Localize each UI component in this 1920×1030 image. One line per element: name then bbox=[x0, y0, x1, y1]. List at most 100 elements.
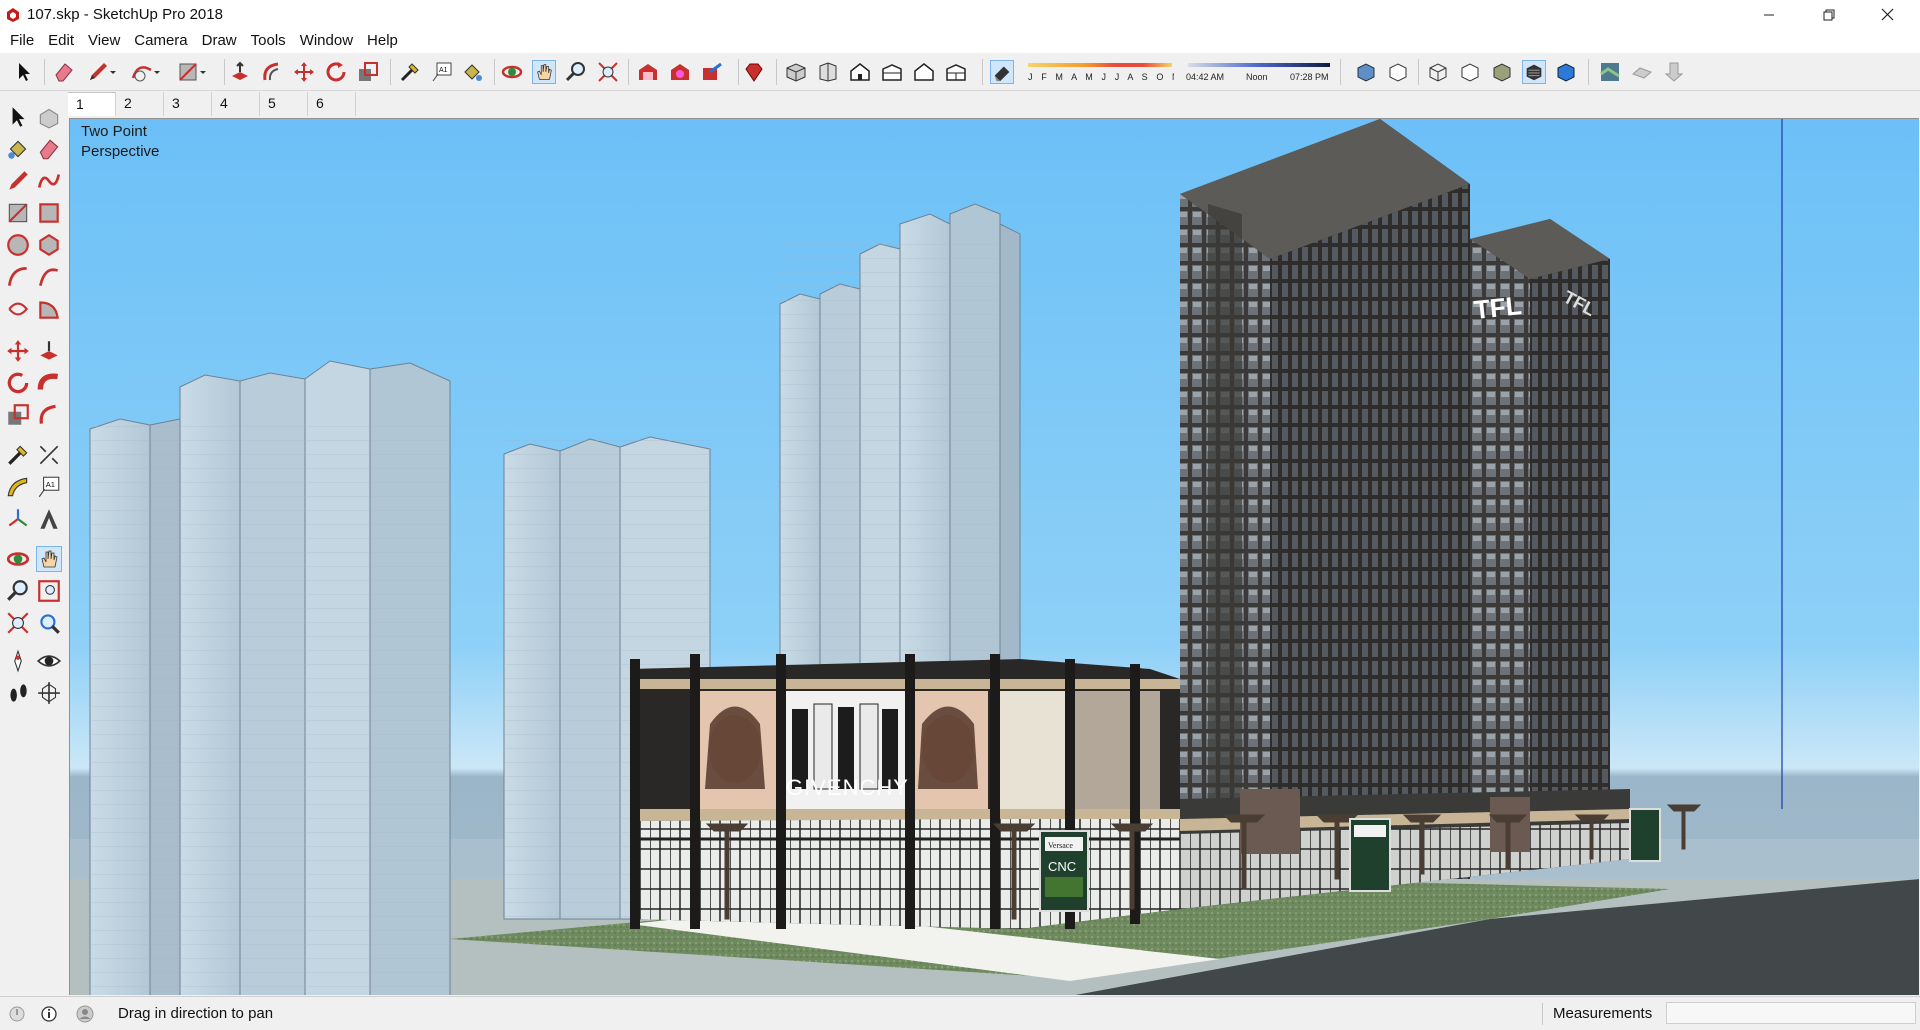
credits-info-icon[interactable] bbox=[40, 1005, 58, 1023]
ruby-extension-icon[interactable] bbox=[742, 60, 766, 84]
components-icon[interactable] bbox=[668, 60, 692, 84]
rectangle-icon[interactable] bbox=[176, 60, 200, 84]
close-button[interactable] bbox=[1858, 0, 1916, 29]
rotated-rectangle-icon[interactable] bbox=[36, 200, 62, 226]
push-pull-icon[interactable] bbox=[228, 60, 252, 84]
measurements-input[interactable] bbox=[1666, 1002, 1916, 1024]
menu-help[interactable]: Help bbox=[360, 29, 405, 53]
restore-button[interactable] bbox=[1800, 0, 1858, 29]
user-account-icon[interactable] bbox=[76, 1005, 94, 1023]
zoom-icon[interactable] bbox=[564, 60, 588, 84]
monochrome-style-icon[interactable] bbox=[1554, 60, 1578, 84]
shadow-time-slider[interactable]: 04:42 AM Noon 07:28 PM bbox=[1186, 61, 1332, 85]
hidden-line-style-icon[interactable] bbox=[1458, 60, 1482, 84]
menu-window[interactable]: Window bbox=[293, 29, 360, 53]
tape-measure-icon[interactable] bbox=[5, 442, 31, 468]
move-icon[interactable] bbox=[292, 60, 316, 84]
circle-icon[interactable] bbox=[5, 232, 31, 258]
select-arrow-icon[interactable] bbox=[12, 60, 36, 84]
make-component-icon[interactable] bbox=[36, 104, 62, 130]
xray-style-icon[interactable] bbox=[1354, 60, 1378, 84]
walk-icon[interactable] bbox=[5, 680, 31, 706]
menu-edit[interactable]: Edit bbox=[41, 29, 81, 53]
wireframe-style-icon[interactable] bbox=[1426, 60, 1450, 84]
shaded-style-icon[interactable] bbox=[1490, 60, 1514, 84]
add-location-icon[interactable] bbox=[1598, 60, 1622, 84]
share-model-icon[interactable] bbox=[700, 60, 724, 84]
follow-me-icon[interactable] bbox=[36, 370, 62, 396]
rotate-icon[interactable] bbox=[324, 60, 348, 84]
three-point-arc-icon[interactable] bbox=[5, 296, 31, 322]
chevron-down-icon[interactable] bbox=[108, 60, 118, 84]
rectangle-icon[interactable] bbox=[5, 200, 31, 226]
left-view-icon[interactable] bbox=[944, 60, 968, 84]
scene-tab-3[interactable]: 3 bbox=[164, 92, 212, 116]
eraser-icon[interactable] bbox=[36, 136, 62, 162]
offset-icon[interactable] bbox=[260, 60, 284, 84]
tape-measure-icon[interactable] bbox=[398, 60, 422, 84]
pan-hand-icon[interactable] bbox=[532, 60, 556, 84]
zoom-extents-icon[interactable] bbox=[596, 60, 620, 84]
front-view-icon[interactable] bbox=[848, 60, 872, 84]
push-pull-icon[interactable] bbox=[36, 338, 62, 364]
dimension-icon[interactable] bbox=[36, 442, 62, 468]
freehand-icon[interactable] bbox=[36, 168, 62, 194]
back-edges-style-icon[interactable] bbox=[1386, 60, 1410, 84]
top-view-icon[interactable] bbox=[816, 60, 840, 84]
paint-bucket-icon[interactable] bbox=[5, 136, 31, 162]
scene-tab-1[interactable]: 1 bbox=[68, 92, 116, 116]
arc-icon[interactable] bbox=[5, 264, 31, 290]
menu-draw[interactable]: Draw bbox=[195, 29, 244, 53]
scale-icon[interactable] bbox=[5, 402, 31, 428]
terrain-toggle-icon[interactable] bbox=[1630, 60, 1654, 84]
move-icon[interactable] bbox=[5, 338, 31, 364]
warehouse-icon[interactable] bbox=[636, 60, 660, 84]
right-view-icon[interactable] bbox=[880, 60, 904, 84]
look-around-icon[interactable] bbox=[36, 648, 62, 674]
pie-icon[interactable] bbox=[36, 296, 62, 322]
scene-tab-5[interactable]: 5 bbox=[260, 92, 308, 116]
section-plane-icon[interactable] bbox=[36, 680, 62, 706]
photo-texture-icon[interactable] bbox=[1662, 60, 1686, 84]
back-view-icon[interactable] bbox=[912, 60, 936, 84]
minimize-button[interactable] bbox=[1740, 0, 1798, 29]
menu-file[interactable]: File bbox=[3, 29, 41, 53]
scene-tab-6[interactable]: 6 bbox=[308, 92, 356, 116]
menu-camera[interactable]: Camera bbox=[127, 29, 194, 53]
menu-tools[interactable]: Tools bbox=[244, 29, 293, 53]
orbit-icon[interactable] bbox=[500, 60, 524, 84]
line-pencil-icon[interactable] bbox=[86, 60, 110, 84]
scene-tab-2[interactable]: 2 bbox=[116, 92, 164, 116]
text-tool-icon[interactable]: A1 bbox=[430, 60, 454, 84]
line-pencil-icon[interactable] bbox=[5, 168, 31, 194]
model-viewport[interactable]: TFL TFL GIVENCHY Versace CNC Two Point P… bbox=[69, 118, 1919, 995]
previous-view-icon[interactable] bbox=[36, 610, 62, 636]
axes-icon[interactable] bbox=[5, 506, 31, 532]
zoom-icon[interactable] bbox=[5, 578, 31, 604]
shadows-toggle-icon[interactable] bbox=[990, 60, 1014, 84]
select-arrow-icon[interactable] bbox=[5, 104, 31, 130]
zoom-window-icon[interactable] bbox=[36, 578, 62, 604]
orbit-icon[interactable] bbox=[5, 546, 31, 572]
pan-hand-icon[interactable] bbox=[36, 546, 62, 572]
scale-icon[interactable] bbox=[356, 60, 380, 84]
two-point-arc-icon[interactable] bbox=[36, 264, 62, 290]
chevron-down-icon[interactable] bbox=[152, 60, 162, 84]
chevron-down-icon[interactable] bbox=[198, 60, 208, 84]
textured-style-icon[interactable] bbox=[1522, 60, 1546, 84]
scene-tab-4[interactable]: 4 bbox=[212, 92, 260, 116]
paint-bucket-icon[interactable] bbox=[460, 60, 484, 84]
eraser-icon[interactable] bbox=[52, 60, 76, 84]
arc-icon[interactable] bbox=[130, 60, 154, 84]
iso-view-icon[interactable] bbox=[784, 60, 808, 84]
protractor-icon[interactable] bbox=[5, 474, 31, 500]
shadow-month-slider[interactable]: J F M A M J J A S O N D bbox=[1026, 61, 1174, 85]
text-tool-icon[interactable]: A1 bbox=[36, 474, 62, 500]
offset-icon[interactable] bbox=[36, 402, 62, 428]
polygon-icon[interactable] bbox=[36, 232, 62, 258]
position-camera-icon[interactable] bbox=[5, 648, 31, 674]
rotate-icon[interactable] bbox=[5, 370, 31, 396]
3d-text-icon[interactable] bbox=[36, 506, 62, 532]
zoom-extents-icon[interactable] bbox=[5, 610, 31, 636]
menu-view[interactable]: View bbox=[81, 29, 127, 53]
